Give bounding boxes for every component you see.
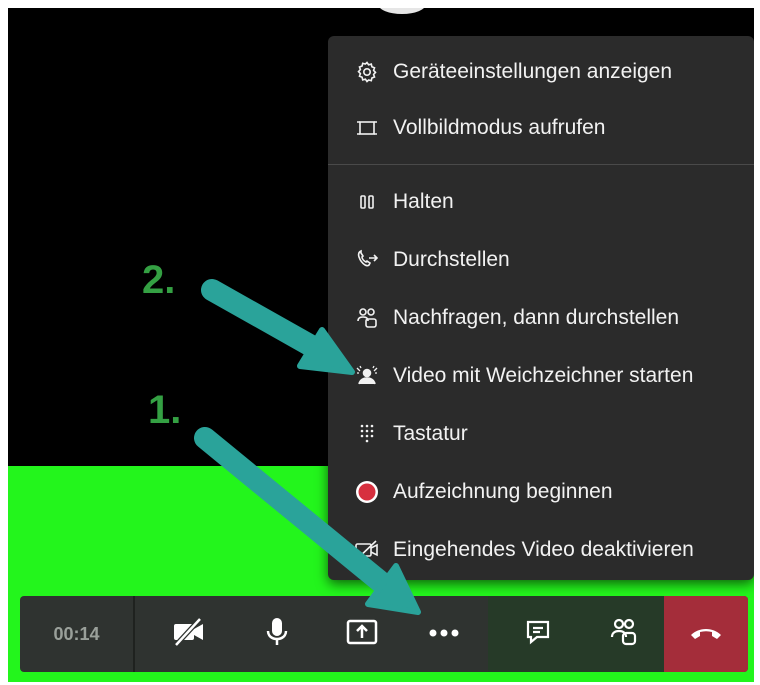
call-timer: 00:14	[20, 596, 135, 672]
dialpad-icon	[354, 421, 380, 447]
microphone-icon	[264, 616, 290, 653]
menu-item-label: Tastatur	[393, 422, 468, 445]
more-options-button[interactable]	[400, 596, 488, 672]
menu-item-label: Video mit Weichzeichner starten	[393, 364, 694, 387]
participants-icon	[609, 617, 639, 652]
menu-item-consult-transfer[interactable]: Nachfragen, dann durchstellen	[328, 290, 754, 346]
menu-item-label: Vollbildmodus aufrufen	[393, 116, 606, 139]
fullscreen-icon	[354, 115, 380, 141]
gear-icon	[354, 59, 380, 85]
share-screen-button[interactable]	[318, 596, 406, 672]
hang-up-button[interactable]	[664, 596, 748, 672]
consult-transfer-icon	[354, 305, 380, 331]
menu-item-hold[interactable]: Halten	[328, 174, 754, 230]
video-artifact	[378, 8, 426, 14]
menu-item-transfer[interactable]: Durchstellen	[328, 232, 754, 288]
record-icon	[354, 479, 380, 505]
menu-item-label: Eingehendes Video deaktivieren	[393, 538, 694, 561]
more-options-menu: Geräteeinstellungen anzeigen Vollbildmod…	[328, 36, 754, 580]
share-screen-icon	[345, 617, 379, 652]
menu-item-device-settings[interactable]: Geräteeinstellungen anzeigen	[328, 44, 754, 100]
transfer-icon	[354, 247, 380, 273]
blur-video-icon	[354, 363, 380, 389]
menu-item-label: Halten	[393, 190, 454, 213]
menu-item-fullscreen[interactable]: Vollbildmodus aufrufen	[328, 100, 754, 156]
hang-up-icon	[688, 624, 724, 645]
microphone-button[interactable]	[233, 596, 321, 672]
menu-item-start-recording[interactable]: Aufzeichnung beginnen	[328, 464, 754, 520]
menu-item-blur-video[interactable]: Video mit Weichzeichner starten	[328, 348, 754, 404]
video-stage: Geräteeinstellungen anzeigen Vollbildmod…	[8, 8, 754, 682]
step-1-label: 1.	[148, 388, 182, 432]
camera-off-icon	[172, 616, 206, 652]
menu-divider	[328, 164, 754, 165]
menu-item-disable-incoming-video[interactable]: Eingehendes Video deaktivieren	[328, 522, 754, 578]
menu-item-label: Aufzeichnung beginnen	[393, 480, 613, 503]
chat-button[interactable]	[494, 596, 582, 672]
video-off-icon	[354, 537, 380, 563]
call-control-bar: 00:14	[20, 596, 748, 672]
call-timer-text: 00:14	[53, 623, 100, 644]
step-2-label: 2.	[142, 258, 176, 302]
menu-item-label: Nachfragen, dann durchstellen	[393, 306, 680, 329]
chat-icon	[524, 618, 552, 651]
menu-item-label: Durchstellen	[393, 248, 510, 271]
pause-icon	[354, 189, 380, 215]
menu-item-dialpad[interactable]: Tastatur	[328, 406, 754, 462]
participants-button[interactable]	[580, 596, 668, 672]
menu-item-label: Geräteeinstellungen anzeigen	[393, 60, 673, 83]
camera-toggle-button[interactable]	[145, 596, 233, 672]
more-options-icon	[427, 625, 461, 643]
